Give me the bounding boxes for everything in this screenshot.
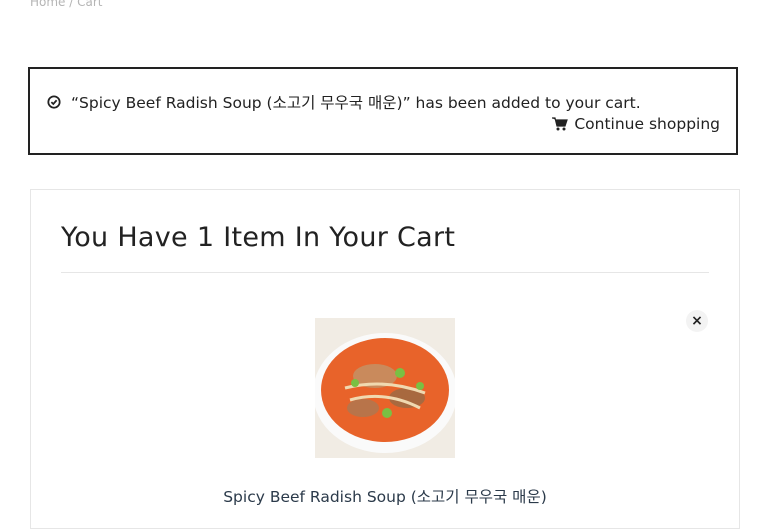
product-image[interactable] bbox=[315, 318, 455, 458]
cart-title: You Have 1 Item In Your Cart bbox=[61, 222, 456, 253]
continue-shopping-link[interactable]: Continue shopping bbox=[552, 115, 720, 133]
notice-message: “Spicy Beef Radish Soup (소고기 무우국 매운)” ha… bbox=[71, 94, 641, 112]
check-circle-icon bbox=[47, 95, 61, 109]
breadcrumb-separator: / bbox=[69, 0, 74, 9]
cart-notice: “Spicy Beef Radish Soup (소고기 무우국 매운)” ha… bbox=[28, 67, 738, 155]
close-icon: × bbox=[691, 313, 703, 329]
cart-icon bbox=[552, 117, 569, 131]
cart-item-name[interactable]: Spicy Beef Radish Soup (소고기 무우국 매운) bbox=[31, 485, 739, 507]
cart-panel: You Have 1 Item In Your Cart × Spicy Bee… bbox=[30, 189, 740, 529]
divider bbox=[61, 272, 709, 273]
breadcrumb-current: Cart bbox=[77, 0, 103, 9]
continue-shopping-label: Continue shopping bbox=[574, 115, 720, 133]
breadcrumb: Home / Cart bbox=[30, 0, 103, 9]
remove-item-button[interactable]: × bbox=[686, 310, 708, 332]
breadcrumb-home-link[interactable]: Home bbox=[30, 0, 65, 9]
